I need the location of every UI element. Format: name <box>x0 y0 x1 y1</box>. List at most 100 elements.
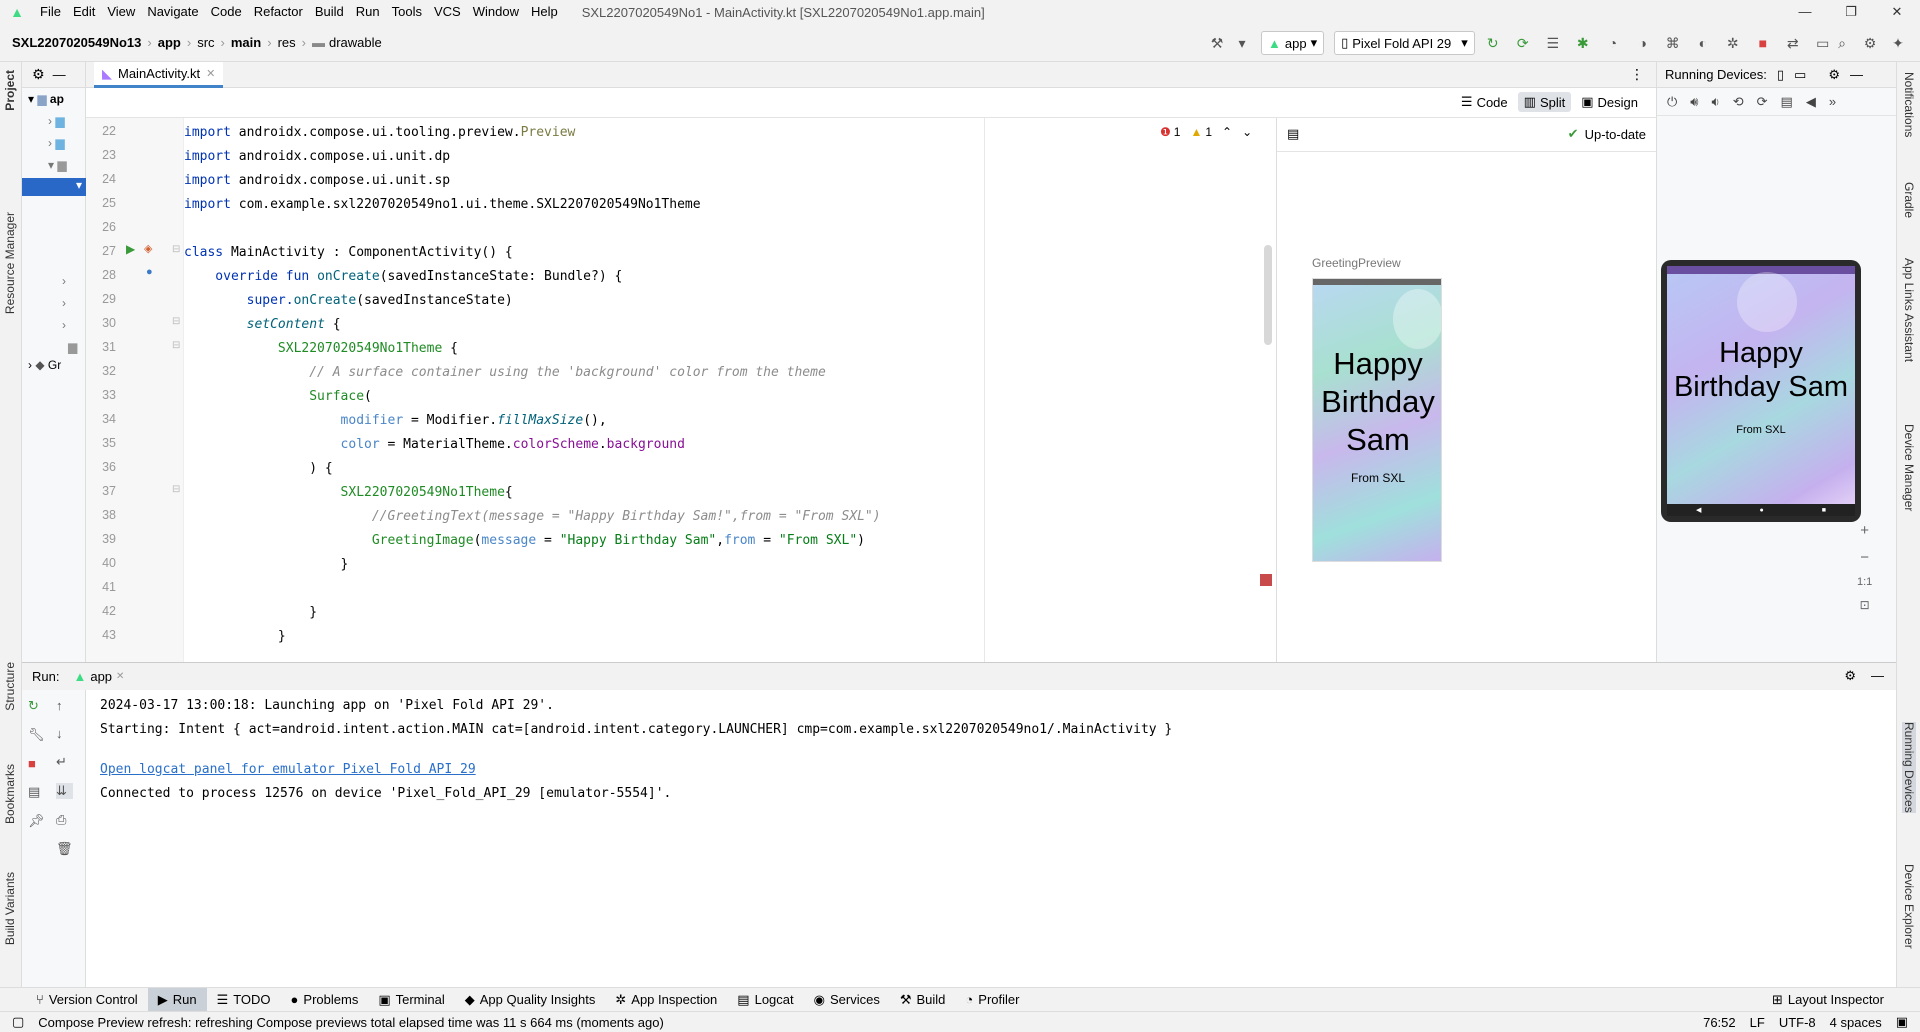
editor-tab-mainactivity[interactable]: ◣ MainActivity.kt ✕ <box>94 62 224 88</box>
override-gutter-icon[interactable]: ◈ <box>144 242 152 255</box>
trash-icon[interactable]: 🗑︎ <box>56 841 73 857</box>
emulator-screen[interactable]: Happy Birthday Sam From SXL ◀ ● ■ <box>1667 266 1855 516</box>
menu-tools[interactable]: Tools <box>386 0 428 24</box>
fold-icon[interactable]: ⊟ <box>172 340 180 351</box>
breadcrumb-res[interactable]: res <box>274 35 300 50</box>
editor-scrollbar[interactable] <box>1264 245 1272 345</box>
preview-label[interactable]: GreetingPreview <box>1312 256 1401 270</box>
tab-terminal[interactable]: ▣ Terminal <box>368 988 454 1012</box>
tab-structure[interactable]: Structure <box>3 662 17 711</box>
tree-item[interactable]: › ▆ <box>48 114 65 128</box>
file-encoding[interactable]: UTF-8 <box>1779 1015 1816 1030</box>
rotate-right-icon[interactable]: ⟳ <box>1757 94 1768 110</box>
fold-icon[interactable]: ⊟ <box>172 244 180 255</box>
zoom-in-icon[interactable]: + <box>1860 522 1869 539</box>
scroll-to-end-icon[interactable]: ⇊ <box>56 783 73 799</box>
tree-item[interactable]: ▆ <box>68 340 77 354</box>
view-mode-design[interactable]: ▣ Design <box>1575 92 1644 112</box>
view-mode-split[interactable]: ▥ Split <box>1517 92 1572 112</box>
tab-profiler[interactable]: ◔ Profiler <box>955 988 1029 1012</box>
debug-icon[interactable]: ✱ <box>1571 31 1595 55</box>
view-mode-code[interactable]: ☰ Code <box>1455 92 1514 112</box>
menu-navigate[interactable]: Navigate <box>141 0 204 24</box>
rerun-icon[interactable]: ↻ <box>28 698 45 714</box>
device-select[interactable]: ▯ Pixel Fold API 29 ▾ <box>1334 31 1475 55</box>
tree-item[interactable]: › <box>62 296 66 310</box>
tab-gradle[interactable]: Gradle <box>1902 182 1916 218</box>
menu-window[interactable]: Window <box>467 0 525 24</box>
nav-home-icon[interactable]: ● <box>1759 507 1763 514</box>
device-tab-icon[interactable]: ▯ <box>1777 67 1784 83</box>
tab-version-control[interactable]: ⑂ Version Control <box>26 988 148 1012</box>
more-options-icon[interactable]: ⋮ <box>1630 66 1644 83</box>
breadcrumb-drawable[interactable]: ▬ drawable <box>308 35 386 50</box>
tree-item[interactable]: › ▆ <box>48 136 65 150</box>
tab-logcat[interactable]: ▤ Logcat <box>727 988 803 1012</box>
tab-device-manager[interactable]: Device Manager <box>1902 424 1916 511</box>
cursor-position[interactable]: 76:52 <box>1703 1015 1736 1030</box>
arrow-up-icon[interactable]: ↑ <box>56 698 73 713</box>
tab-app-links-assistant[interactable]: App Links Assistant <box>1902 258 1916 362</box>
run-gutter-icon[interactable]: ▶ <box>126 242 135 256</box>
menu-run[interactable]: Run <box>350 0 386 24</box>
sync-icon[interactable]: ◐ <box>1691 31 1715 55</box>
tree-item[interactable]: › <box>62 274 66 288</box>
gradle-sync-icon[interactable]: ⇄ <box>1781 31 1805 55</box>
apply-changes-icon[interactable]: ⟳ <box>1511 31 1535 55</box>
tree-item-root[interactable]: ▾ ▆ ap <box>28 92 64 106</box>
soft-wrap-icon[interactable]: ↵ <box>56 754 73 770</box>
gear-icon[interactable]: ⚙ <box>32 66 45 83</box>
menu-file[interactable]: File <box>34 0 67 24</box>
close-tab-icon[interactable]: ✕ <box>206 67 215 80</box>
minimize-panel-icon[interactable]: — <box>1850 67 1863 82</box>
power-icon[interactable]: ⏻ <box>1667 94 1677 110</box>
tab-bookmarks[interactable]: Bookmarks <box>3 764 17 824</box>
minimize-panel-icon[interactable]: — <box>53 67 66 82</box>
tab-resource-manager[interactable]: Resource Manager <box>3 212 17 314</box>
preview-toolbar-icon[interactable]: ▤ <box>1287 126 1299 142</box>
emulator-device-frame[interactable]: Happy Birthday Sam From SXL ◀ ● ■ <box>1661 260 1861 522</box>
run-tab-app[interactable]: ▲ app ✕ <box>73 669 124 684</box>
zoom-fit-icon[interactable]: ⊡ <box>1860 598 1870 612</box>
volume-down-icon[interactable]: 🔉︎ <box>1712 94 1720 110</box>
close-tab-icon[interactable]: ✕ <box>116 671 124 682</box>
menu-build[interactable]: Build <box>309 0 350 24</box>
close-window-icon[interactable]: ✕ <box>1874 0 1920 24</box>
attach-debugger-icon[interactable]: ⌘ <box>1661 31 1685 55</box>
hammer-build-icon[interactable]: ⚒ <box>1205 31 1229 55</box>
rotate-left-icon[interactable]: ⟲ <box>1733 94 1744 110</box>
profile-icon[interactable]: ◔ <box>1601 31 1625 55</box>
line-separator[interactable]: LF <box>1750 1015 1765 1030</box>
stop-icon[interactable]: ■ <box>1751 31 1775 55</box>
menu-vcs[interactable]: VCS <box>428 0 467 24</box>
fold-icon[interactable]: ⊟ <box>172 316 180 327</box>
debug-bug-icon[interactable]: ✲ <box>1721 31 1745 55</box>
list-icon[interactable]: ☰ <box>1541 31 1565 55</box>
more-icon[interactable]: » <box>1829 94 1836 109</box>
menu-view[interactable]: View <box>101 0 141 24</box>
tab-problems[interactable]: ● Problems <box>281 988 369 1012</box>
tab-services[interactable]: ◉ Services <box>804 988 890 1012</box>
gemini-icon[interactable]: ✦ <box>1886 31 1910 55</box>
tab-todo[interactable]: ☰ TODO <box>207 988 281 1012</box>
print-icon[interactable]: ⎙ <box>56 812 73 828</box>
arrow-down-icon[interactable]: ↓ <box>56 726 73 741</box>
tab-layout-inspector[interactable]: ⊞ Layout Inspector <box>1762 988 1894 1012</box>
status-toggle-icon[interactable]: ▢ <box>12 1014 24 1030</box>
nav-recents-icon[interactable]: ■ <box>1822 507 1826 514</box>
menu-edit[interactable]: Edit <box>67 0 101 24</box>
memory-indicator-icon[interactable]: ▣ <box>1896 1014 1908 1030</box>
tab-running-devices[interactable]: Running Devices <box>1902 722 1916 813</box>
tab-app-quality-insights[interactable]: ◆ App Quality Insights <box>455 988 606 1012</box>
menu-refactor[interactable]: Refactor <box>248 0 309 24</box>
layout-icon[interactable]: ▤ <box>28 784 45 800</box>
breadcrumb-main[interactable]: main <box>227 35 265 50</box>
run-configuration-select[interactable]: ▲ app ▾ <box>1261 31 1325 55</box>
pin-icon[interactable]: 📌︎ <box>28 813 45 829</box>
override-method-icon[interactable]: ● <box>146 266 153 278</box>
breadcrumb-project[interactable]: SXL2207020549No13 <box>0 35 145 50</box>
tab-notifications[interactable]: Notifications <box>1902 72 1916 137</box>
tab-build-variants[interactable]: Build Variants <box>3 872 17 945</box>
coverage-icon[interactable]: ◑ <box>1631 31 1655 55</box>
chevron-down-icon[interactable]: ⌄ <box>1242 125 1252 139</box>
